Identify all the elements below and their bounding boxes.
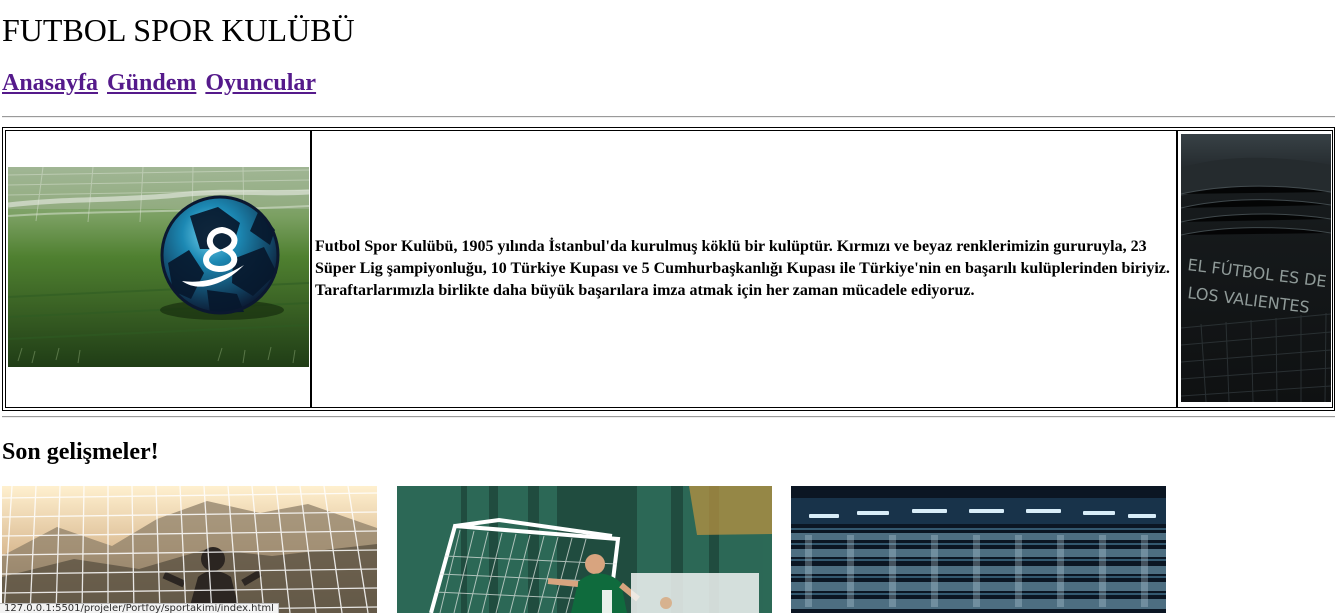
club-description-cell: Futbol Spor Kulübü, 1905 yılında İstanbu… xyxy=(311,130,1177,408)
soccer-ball-cell xyxy=(5,130,311,408)
goalkeeper-net-photo xyxy=(2,486,377,613)
latest-news-heading: Son gelişmeler! xyxy=(2,439,159,465)
nav-link-anasayfa[interactable]: Anasayfa xyxy=(2,70,98,96)
bottom-divider xyxy=(2,416,1335,418)
page-title: FUTBOL SPOR KULÜBÜ xyxy=(2,12,355,48)
club-description: Futbol Spor Kulübü, 1905 yılında İstanbu… xyxy=(315,238,1170,299)
stadium-crowd-photo xyxy=(791,486,1166,613)
nav-link-gundem[interactable]: Gündem xyxy=(107,70,196,96)
player-goal-photo xyxy=(397,486,772,613)
latest-news-images xyxy=(2,486,1168,613)
main-navigation: Anasayfa Gündem Oyuncular xyxy=(2,68,319,98)
stadium-wall-cell: EL FÚTBOL ES DE LOS VALIENTES xyxy=(1177,130,1333,408)
soccer-ball-photo xyxy=(8,167,309,367)
stadium-wall-photo: EL FÚTBOL ES DE LOS VALIENTES xyxy=(1181,134,1331,402)
link-status-tooltip: 127.0.0.1:5501/projeler/Portfoy/sportaki… xyxy=(0,603,279,613)
top-divider xyxy=(2,116,1335,118)
nav-link-oyuncular[interactable]: Oyuncular xyxy=(205,70,316,96)
club-info-table: Futbol Spor Kulübü, 1905 yılında İstanbu… xyxy=(2,127,1335,411)
